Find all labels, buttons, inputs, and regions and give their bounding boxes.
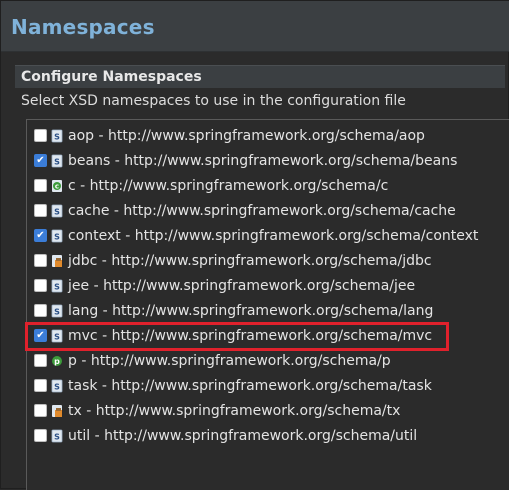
p-namespace-icon: p — [51, 354, 63, 368]
svg-text:p: p — [54, 357, 60, 366]
namespace-list[interactable]: Saop - http://www.springframework.org/sc… — [26, 119, 509, 490]
svg-text:S: S — [54, 382, 60, 391]
section-title: Configure Namespaces — [21, 69, 202, 85]
namespace-label: cache - http://www.springframework.org/s… — [68, 202, 456, 219]
namespace-label: beans - http://www.springframework.org/s… — [68, 152, 458, 169]
section-header: Configure Namespaces — [15, 65, 505, 88]
svg-text:S: S — [54, 207, 60, 216]
namespace-row[interactable]: Stask - http://www.springframework.org/s… — [27, 373, 509, 398]
namespace-checkbox[interactable]: ✔ — [34, 229, 47, 242]
namespace-checkbox[interactable] — [34, 404, 47, 417]
namespaces-dialog: Namespaces Configure Namespaces Select X… — [0, 0, 509, 490]
xsd-file-icon: S — [51, 279, 63, 293]
namespace-label: jdbc - http://www.springframework.org/sc… — [68, 252, 432, 269]
svg-text:S: S — [54, 432, 60, 441]
namespace-label: util - http://www.springframework.org/sc… — [68, 427, 418, 444]
checkmark-icon: ✔ — [36, 329, 45, 341]
xsd-file-icon: S — [51, 129, 63, 143]
svg-text:S: S — [54, 232, 60, 241]
page-title: Namespaces — [11, 15, 155, 39]
namespace-row[interactable]: Saop - http://www.springframework.org/sc… — [27, 123, 509, 148]
namespace-label: task - http://www.springframework.org/sc… — [68, 377, 432, 394]
xsd-file-icon: S — [51, 204, 63, 218]
namespace-row[interactable]: Sutil - http://www.springframework.org/s… — [27, 423, 509, 448]
namespace-checkbox[interactable] — [34, 354, 47, 367]
namespace-checkbox[interactable] — [34, 129, 47, 142]
namespace-checkbox[interactable]: ✔ — [34, 154, 47, 167]
namespace-checkbox[interactable] — [34, 429, 47, 442]
svg-text:S: S — [54, 132, 60, 141]
xsd-file-icon: S — [51, 154, 63, 168]
namespace-row[interactable]: Sjee - http://www.springframework.org/sc… — [27, 273, 509, 298]
namespace-checkbox[interactable] — [34, 379, 47, 392]
checkmark-icon: ✔ — [36, 154, 45, 166]
namespace-row[interactable]: jdbc - http://www.springframework.org/sc… — [27, 248, 509, 273]
svg-text:S: S — [54, 307, 60, 316]
namespace-row[interactable]: c c - http://www.springframework.org/sche… — [27, 173, 509, 198]
namespace-row[interactable]: ✔ Smvc - http://www.springframework.org/s… — [27, 323, 509, 348]
title-bar: Namespaces — [1, 1, 509, 52]
xsd-file-icon: S — [51, 379, 63, 393]
namespace-label: lang - http://www.springframework.org/sc… — [68, 302, 434, 319]
namespace-checkbox[interactable] — [34, 254, 47, 267]
tx-icon — [51, 404, 63, 418]
namespace-label: p - http://www.springframework.org/schem… — [68, 352, 391, 369]
namespace-label: aop - http://www.springframework.org/sch… — [68, 127, 425, 144]
xsd-file-icon: S — [51, 304, 63, 318]
namespace-row[interactable]: ✔ Sbeans - http://www.springframework.org… — [27, 148, 509, 173]
namespace-checkbox[interactable] — [34, 179, 47, 192]
jdbc-icon — [51, 254, 63, 268]
namespace-row[interactable]: tx - http://www.springframework.org/sche… — [27, 398, 509, 423]
namespace-checkbox[interactable] — [34, 304, 47, 317]
namespace-checkbox[interactable] — [34, 279, 47, 292]
c-namespace-icon: c — [51, 179, 63, 193]
namespace-checkbox[interactable] — [34, 204, 47, 217]
namespace-label: c - http://www.springframework.org/schem… — [68, 177, 389, 194]
namespace-label: tx - http://www.springframework.org/sche… — [68, 402, 401, 419]
svg-text:S: S — [54, 157, 60, 166]
checkmark-icon: ✔ — [36, 229, 45, 241]
description-text: Select XSD namespaces to use in the conf… — [21, 93, 406, 109]
namespace-row[interactable]: Slang - http://www.springframework.org/s… — [27, 298, 509, 323]
namespace-row[interactable]: Scache - http://www.springframework.org/… — [27, 198, 509, 223]
svg-text:S: S — [54, 282, 60, 291]
namespace-label: mvc - http://www.springframework.org/sch… — [68, 327, 433, 344]
xsd-file-icon: S — [51, 429, 63, 443]
namespace-checkbox[interactable]: ✔ — [34, 329, 47, 342]
svg-text:S: S — [54, 332, 60, 341]
namespace-row[interactable]: p p - http://www.springframework.org/sche… — [27, 348, 509, 373]
xsd-file-icon: S — [51, 329, 63, 343]
namespace-label: context - http://www.springframework.org… — [68, 227, 479, 244]
xsd-file-icon: S — [51, 229, 63, 243]
namespace-label: jee - http://www.springframework.org/sch… — [68, 277, 416, 294]
namespace-row[interactable]: ✔ Scontext - http://www.springframework.o… — [27, 223, 509, 248]
svg-text:c: c — [55, 182, 59, 190]
